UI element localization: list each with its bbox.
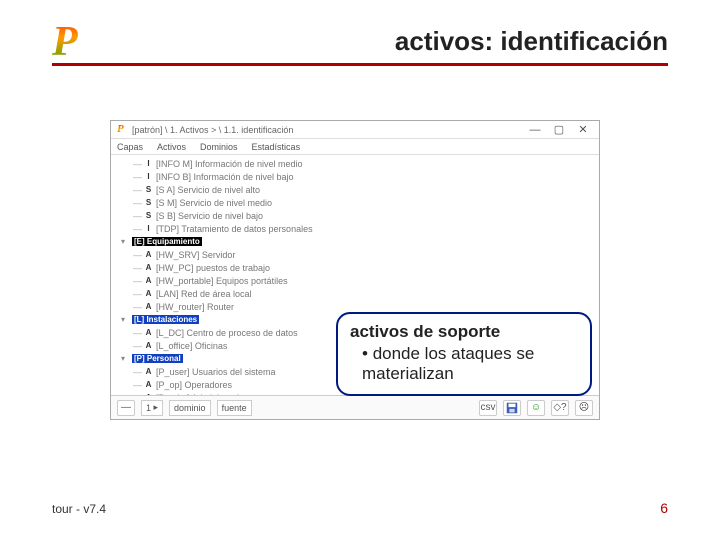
tree-tag: A [144, 289, 153, 299]
window-title: [patrón] \ 1. Activos > \ 1.1. identific… [132, 125, 521, 135]
save-button[interactable] [503, 400, 521, 416]
csv-button[interactable]: csv [479, 400, 497, 416]
tree-tag: A [144, 328, 153, 338]
menubar: Capas Activos Dominios Estadísticas [111, 139, 599, 155]
tree-group-label: [P] Personal [132, 354, 183, 363]
tree-tag: A [144, 302, 153, 312]
tree-connector-icon: — [133, 341, 141, 351]
minimize-button[interactable]: — [525, 124, 545, 136]
tree-item-label: [HW_PC] puestos de trabajo [156, 263, 270, 273]
callout-title: activos de soporte [350, 322, 578, 342]
tree-tag: I [144, 172, 153, 182]
slide-header: activos: identificación [52, 26, 668, 66]
menu-dominios[interactable]: Dominios [200, 142, 238, 152]
tree-item-label: [L_DC] Centro de proceso de datos [156, 328, 298, 338]
tree-connector-icon: — [133, 289, 141, 299]
tree-connector-icon: — [133, 263, 141, 273]
tree-row[interactable]: —S[S B] Servicio de nivel bajo [115, 209, 595, 222]
tree-connector-icon: — [133, 211, 141, 221]
sad-face-button[interactable]: ☹ [575, 400, 593, 416]
fuente-field[interactable]: fuente [217, 400, 252, 416]
tree-connector-icon: — [133, 172, 141, 182]
tree-row[interactable]: —I[INFO B] Información de nivel bajo [115, 170, 595, 183]
page-number: 6 [660, 500, 668, 516]
tree-item-label: [L_office] Oficinas [156, 341, 227, 351]
tree-tag: S [144, 198, 153, 208]
tree-row[interactable]: —I[TDP] Tratamiento de datos personales [115, 222, 595, 235]
tree-row[interactable]: ▾[E] Equipamiento [115, 235, 595, 248]
slide-title: activos: identificación [52, 26, 668, 57]
tree-row[interactable]: —S[S M] Servicio de nivel medio [115, 196, 595, 209]
dominio-field[interactable]: dominio [169, 400, 211, 416]
expander-icon[interactable]: ▾ [121, 354, 129, 363]
tree-tag: A [144, 250, 153, 260]
tree-row[interactable]: —A[HW_SRV] Servidor [115, 248, 595, 261]
tree-tag: A [144, 380, 153, 390]
tree-item-label: [INFO B] Información de nivel bajo [156, 172, 294, 182]
tree-connector-icon: — [133, 276, 141, 286]
app-icon: P [117, 124, 128, 135]
tree-tag: A [144, 341, 153, 351]
tree-group-label: [L] Instalaciones [132, 315, 199, 324]
tree-connector-icon: — [133, 250, 141, 260]
tree-tag: S [144, 185, 153, 195]
tree-row[interactable]: —I[INFO M] Información de nivel medio [115, 157, 595, 170]
expander-icon[interactable]: ▾ [121, 237, 129, 246]
tree-tag: S [144, 211, 153, 221]
tree-row[interactable]: —A[HW_PC] puestos de trabajo [115, 261, 595, 274]
tree-connector-icon: — [133, 380, 141, 390]
tree-connector-icon: — [133, 224, 141, 234]
menu-capas[interactable]: Capas [117, 142, 143, 152]
menu-activos[interactable]: Activos [157, 142, 186, 152]
tree-tag: A [144, 263, 153, 273]
titlebar: P [patrón] \ 1. Activos > \ 1.1. identif… [111, 121, 599, 139]
tree-item-label: [S A] Servicio de nivel alto [156, 185, 260, 195]
tree-row[interactable]: —S[S A] Servicio de nivel alto [115, 183, 595, 196]
tree-connector-icon: — [133, 159, 141, 169]
tree-item-label: [S B] Servicio de nivel bajo [156, 211, 263, 221]
tree-item-label: [HW_SRV] Servidor [156, 250, 235, 260]
save-icon [505, 401, 519, 415]
tree-item-label: [P_user] Usuarios del sistema [156, 367, 276, 377]
close-button[interactable]: ✕ [573, 123, 593, 136]
tree-connector-icon: — [133, 328, 141, 338]
tree-connector-icon: — [133, 302, 141, 312]
expander-icon[interactable]: ▾ [121, 315, 129, 324]
tree-group-label: [E] Equipamiento [132, 237, 202, 246]
help-button[interactable]: ◇? [551, 400, 569, 416]
tree-tag: I [144, 159, 153, 169]
tree-tag: I [144, 224, 153, 234]
tree-item-label: [LAN] Red de área local [156, 289, 252, 299]
tree-item-label: [S M] Servicio de nivel medio [156, 198, 272, 208]
footer-left: tour - v7.4 [52, 502, 106, 516]
tree-row[interactable]: —A[LAN] Red de área local [115, 287, 595, 300]
bottom-toolbar: — 1 ▸ dominio fuente csv ☺ ◇? ☹ [111, 395, 599, 419]
callout-box: activos de soporte donde los ataques se … [336, 312, 592, 396]
tree-item-label: [HW_router] Router [156, 302, 234, 312]
tree-tag: A [144, 276, 153, 286]
tree-item-label: [P_op] Operadores [156, 380, 232, 390]
ok-face-button[interactable]: ☺ [527, 400, 545, 416]
tree-item-label: [TDP] Tratamiento de datos personales [156, 224, 313, 234]
tree-connector-icon: — [133, 367, 141, 377]
tree-connector-icon: — [133, 185, 141, 195]
maximize-button[interactable]: ▢ [549, 123, 569, 136]
tree-tag: A [144, 367, 153, 377]
callout-bullet: donde los ataques se materializan [362, 344, 578, 384]
menu-estadisticas[interactable]: Estadísticas [252, 142, 301, 152]
count-field[interactable]: 1 ▸ [141, 400, 163, 416]
layer-button[interactable]: — [117, 400, 135, 416]
tree-item-label: [INFO M] Información de nivel medio [156, 159, 303, 169]
tree-item-label: [HW_portable] Equipos portátiles [156, 276, 288, 286]
tree-row[interactable]: —A[HW_portable] Equipos portátiles [115, 274, 595, 287]
tree-connector-icon: — [133, 198, 141, 208]
